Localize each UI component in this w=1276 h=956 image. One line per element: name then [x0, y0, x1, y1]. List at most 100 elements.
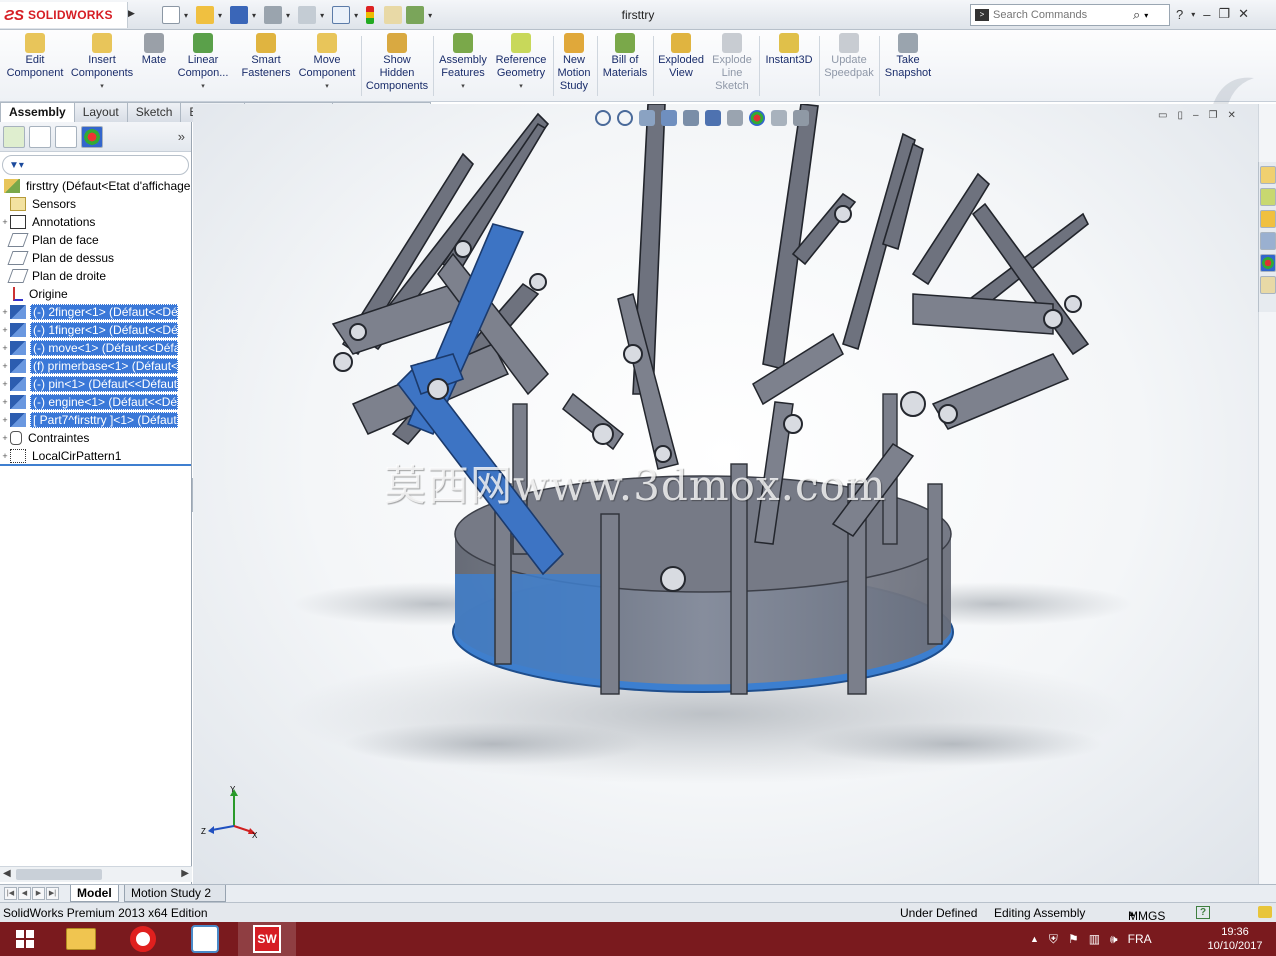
undo-dropdown-icon[interactable]: ▾	[320, 11, 324, 20]
move-component-button[interactable]: Move Component ▾	[296, 33, 358, 93]
expand-plus-icon[interactable]: +	[0, 397, 10, 407]
tree-item[interactable]: + LocalCirPattern1	[0, 447, 191, 465]
new-motion-study-button[interactable]: New Motion Study	[554, 33, 594, 93]
update-speedpak-button[interactable]: Update Speedpak	[822, 33, 876, 80]
print-icon[interactable]	[264, 6, 283, 24]
tree-item[interactable]: Origine	[0, 285, 191, 303]
zoom-to-fit-icon[interactable]	[595, 110, 611, 126]
print-dropdown-icon[interactable]: ▾	[286, 11, 290, 20]
tree-item[interactable]: Plan de dessus	[0, 249, 191, 267]
horizontal-scrollbar[interactable]: ◀ ▶	[0, 866, 192, 882]
tab-model[interactable]: Model	[70, 885, 119, 902]
last-tab-icon[interactable]: ▶|	[46, 887, 59, 900]
edit-appearance-icon[interactable]	[749, 110, 765, 126]
file-properties-icon[interactable]	[384, 6, 403, 24]
viewport-minimize-icon[interactable]: –	[1193, 110, 1199, 121]
expand-plus-icon[interactable]: +	[0, 325, 10, 335]
property-manager-tab-icon[interactable]	[29, 125, 51, 148]
expand-plus-icon[interactable]: +	[0, 343, 10, 353]
assembly-features-dropdown-icon[interactable]: ▾	[436, 80, 490, 93]
first-tab-icon[interactable]: |◀	[4, 887, 17, 900]
tree-item[interactable]: + (-) 2finger<1> (Défaut<<Dé	[0, 303, 191, 321]
instant3d-button[interactable]: Instant3D	[762, 33, 816, 67]
explode-line-sketch-button[interactable]: Explode Line Sketch	[708, 33, 756, 93]
expand-panel-icon[interactable]: »	[178, 129, 185, 144]
search-dropdown-icon[interactable]: ▾	[1144, 11, 1148, 20]
minimize-icon[interactable]: –	[1203, 7, 1210, 22]
open-dropdown-icon[interactable]: ▾	[218, 11, 222, 20]
tree-item[interactable]: + Annotations	[0, 213, 191, 231]
insert-components-dropdown-icon[interactable]: ▾	[70, 80, 134, 93]
display-style-icon[interactable]	[705, 110, 721, 126]
select-arrow-icon[interactable]	[332, 6, 351, 24]
quick-tips-help-icon[interactable]: ?	[1196, 906, 1210, 919]
tree-item[interactable]: + (-) 1finger<1> (Défaut<<Dé	[0, 321, 191, 339]
opera-taskbar-button[interactable]	[114, 922, 172, 956]
tree-filter[interactable]: ▼▾	[2, 155, 189, 175]
tree-item[interactable]: + Contraintes	[0, 429, 191, 447]
exploded-view-button[interactable]: Exploded View	[656, 33, 706, 80]
close-icon[interactable]: ✕	[1238, 6, 1249, 22]
help-dropdown-icon[interactable]: ▾	[1191, 10, 1195, 19]
custom-properties-icon[interactable]	[1260, 276, 1276, 294]
bill-of-materials-button[interactable]: Bill of Materials	[600, 33, 650, 80]
solidworks-taskbar-button[interactable]: SW	[238, 922, 296, 956]
next-tab-icon[interactable]: ▶	[32, 887, 45, 900]
display-manager-tab-icon[interactable]	[81, 125, 103, 148]
tree-item[interactable]: Sensors	[0, 195, 191, 213]
prev-tab-icon[interactable]: ◀	[18, 887, 31, 900]
solidworks-resources-icon[interactable]	[1260, 166, 1276, 184]
search-icon[interactable]: ⌕	[1133, 7, 1140, 23]
select-dropdown-icon[interactable]: ▾	[354, 11, 358, 20]
save-icon[interactable]	[230, 6, 249, 24]
tree-root[interactable]: firsttry (Défaut<Etat d'affichage	[0, 177, 191, 195]
expand-plus-icon[interactable]: +	[0, 307, 10, 317]
linear-pattern-button[interactable]: Linear Compon... ▾	[174, 33, 232, 93]
linear-pattern-dropdown-icon[interactable]: ▾	[174, 80, 232, 93]
configuration-manager-tab-icon[interactable]	[55, 125, 77, 148]
expand-plus-icon[interactable]: +	[0, 379, 10, 389]
security-shield-icon[interactable]: ⛨	[1049, 932, 1058, 947]
reference-geometry-button[interactable]: Reference Geometry ▾	[492, 33, 550, 93]
view-settings-icon[interactable]	[793, 110, 809, 126]
show-hidden-icons-icon[interactable]: ▲	[1030, 934, 1039, 944]
tree-item[interactable]: + (-) move<1> (Défaut<<Défa	[0, 339, 191, 357]
language-indicator[interactable]: FRA	[1128, 932, 1152, 946]
expand-plus-icon[interactable]: +	[0, 451, 10, 461]
tree-item[interactable]: Plan de face	[0, 231, 191, 249]
zoom-to-area-icon[interactable]	[617, 110, 633, 126]
options-icon[interactable]	[406, 6, 425, 24]
undo-icon[interactable]	[298, 6, 317, 24]
insert-components-button[interactable]: Insert Components ▾	[70, 33, 134, 93]
tab-motion-study-2[interactable]: Motion Study 2	[124, 885, 226, 902]
previous-view-icon[interactable]	[639, 110, 655, 126]
rebuild-traffic-light-icon[interactable]	[366, 6, 375, 24]
search-input[interactable]	[993, 9, 1129, 21]
expand-plus-icon[interactable]: +	[0, 217, 10, 227]
move-component-dropdown-icon[interactable]: ▾	[296, 80, 358, 93]
expand-plus-icon[interactable]: +	[0, 415, 10, 425]
volume-icon[interactable]: 🕪	[1110, 932, 1118, 947]
expand-plus-icon[interactable]: +	[0, 433, 10, 443]
show-hidden-components-button[interactable]: Show Hidden Components	[364, 33, 430, 93]
design-library-icon[interactable]	[1260, 188, 1276, 206]
rebuild-tag-icon[interactable]	[1258, 906, 1272, 918]
tab-sketch[interactable]: Sketch	[126, 102, 182, 122]
tree-item[interactable]: + (-) engine<1> (Défaut<<Dé	[0, 393, 191, 411]
flag-notifications-icon[interactable]: ⚑	[1068, 932, 1079, 946]
new-document-icon[interactable]	[162, 6, 180, 24]
system-clock[interactable]: 19:36 10/10/2017	[1200, 925, 1270, 953]
tile-horizontal-icon[interactable]: ▭	[1158, 110, 1167, 121]
smart-fasteners-button[interactable]: Smart Fasteners	[238, 33, 294, 80]
options-dropdown-icon[interactable]: ▾	[428, 11, 432, 20]
tab-layout[interactable]: Layout	[73, 102, 128, 122]
help-icon[interactable]: ?	[1176, 7, 1183, 22]
graphics-area[interactable]: 莫西网www.3dmox.com	[193, 104, 1258, 884]
save-dropdown-icon[interactable]: ▾	[252, 11, 256, 20]
scroll-right-icon[interactable]: ▶	[181, 868, 189, 879]
mate-button[interactable]: Mate	[138, 33, 170, 67]
tile-vertical-icon[interactable]: ▯	[1177, 110, 1183, 121]
expand-plus-icon[interactable]: +	[0, 361, 10, 371]
tree-item[interactable]: + (-) pin<1> (Défaut<<Défaut	[0, 375, 191, 393]
start-button[interactable]	[0, 922, 50, 956]
